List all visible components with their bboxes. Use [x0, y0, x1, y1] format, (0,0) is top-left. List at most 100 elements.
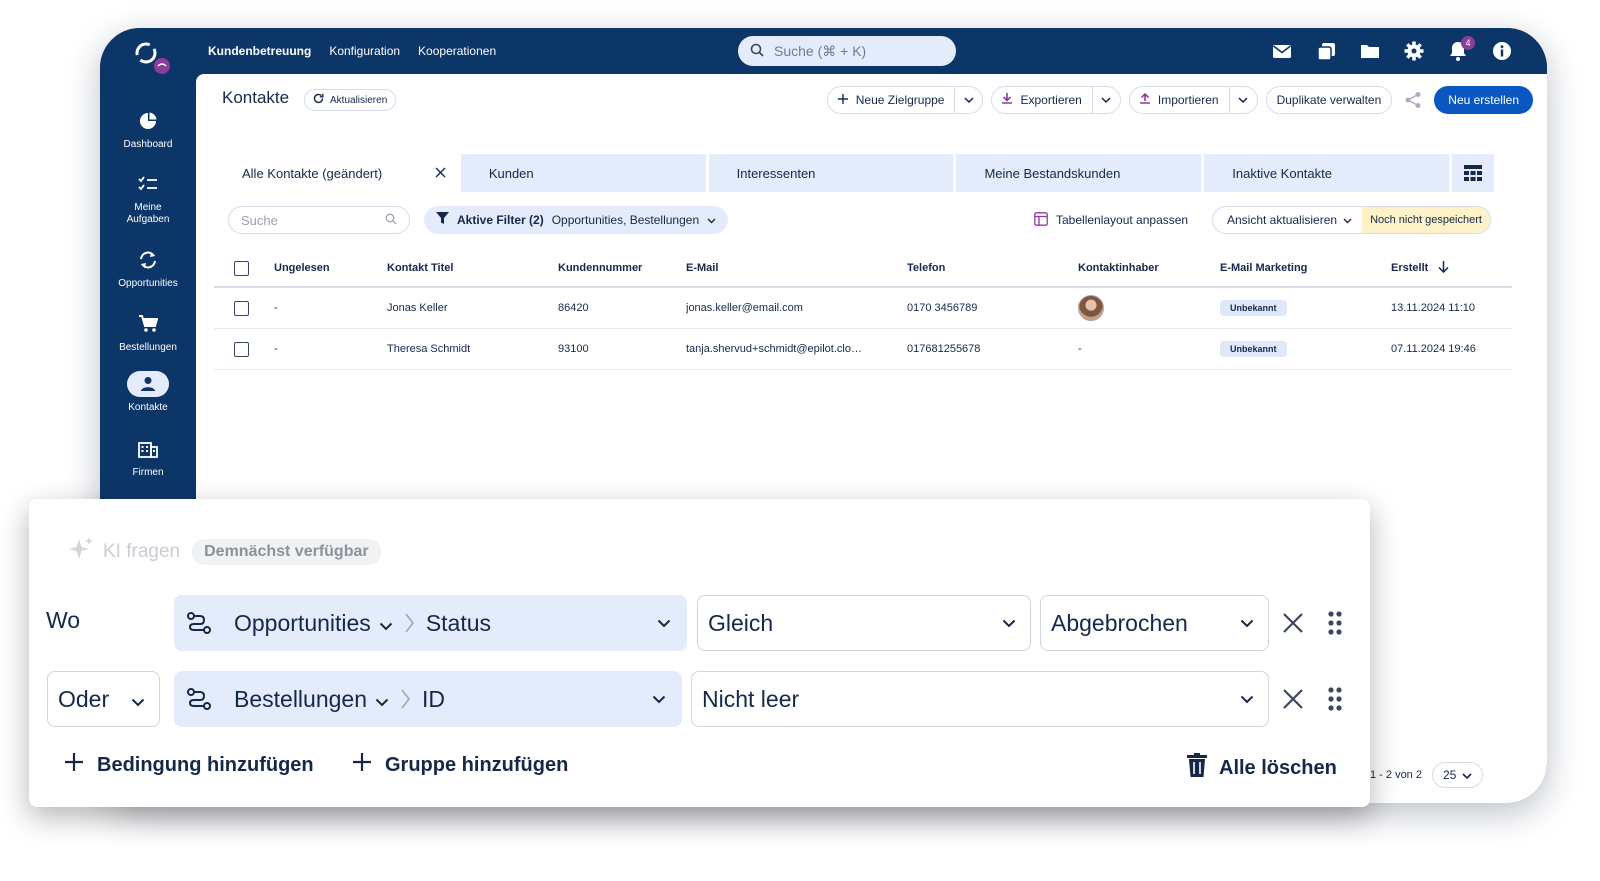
- relation-icon: [186, 687, 216, 711]
- add-condition-label: Bedingung hinzufügen: [97, 753, 314, 776]
- sidebar-item-dashboard[interactable]: Dashboard: [100, 108, 196, 151]
- close-icon[interactable]: [435, 166, 446, 181]
- value-select[interactable]: Abgebrochen: [1040, 595, 1269, 651]
- filter-bar: Suche Aktive Filter (2) Opportunities, B…: [228, 206, 1498, 236]
- sparkle-icon: [67, 535, 95, 568]
- tab-interessenten[interactable]: Interessenten: [708, 154, 954, 192]
- exportieren-group: Exportieren: [991, 86, 1121, 114]
- row-checkbox[interactable]: [234, 329, 249, 369]
- refresh-button[interactable]: Aktualisieren: [304, 89, 397, 111]
- col-kundennummer[interactable]: Kundennummer: [558, 250, 642, 286]
- global-search[interactable]: Suche (⌘ + K): [738, 36, 956, 66]
- row-checkbox[interactable]: [234, 288, 249, 328]
- condition-field-select[interactable]: Opportunities Status: [174, 595, 687, 651]
- status-badge: Unbekannt: [1220, 341, 1287, 357]
- plus-icon: [65, 753, 83, 777]
- unsaved-badge: Noch nicht gespeichert: [1362, 207, 1490, 233]
- duplikate-button[interactable]: Duplikate verwalten: [1265, 86, 1393, 114]
- col-kontaktinhaber[interactable]: Kontaktinhaber: [1078, 250, 1159, 286]
- attribute-label: ID: [422, 685, 445, 712]
- table-layout-icon[interactable]: [1452, 154, 1495, 192]
- upload-icon: [1139, 92, 1150, 107]
- sidebar-item-aufgaben[interactable]: Meine Aufgaben: [100, 171, 196, 226]
- sidebar-item-bestellungen[interactable]: Bestellungen: [100, 311, 196, 354]
- chevron-down-icon[interactable]: [1228, 87, 1257, 113]
- add-condition-button[interactable]: Bedingung hinzufügen: [65, 753, 314, 777]
- active-filter-chip[interactable]: Aktive Filter (2) Opportunities, Bestell…: [424, 206, 729, 234]
- drag-handle-icon[interactable]: [1323, 608, 1347, 638]
- nav-konfiguration[interactable]: Konfiguration: [329, 44, 400, 58]
- entity-select[interactable]: Bestellungen: [234, 686, 389, 713]
- nav-kundenbetreuung[interactable]: Kundenbetreuung: [208, 44, 311, 58]
- neue-zielgruppe-button[interactable]: Neue Zielgruppe: [828, 87, 955, 113]
- share-icon[interactable]: [1400, 87, 1426, 113]
- app-logo[interactable]: [130, 37, 174, 77]
- cell-inhaber: [1078, 288, 1104, 328]
- tab-inaktive-kontakte[interactable]: Inaktive Kontakte: [1204, 154, 1450, 192]
- condition-field-select[interactable]: Bestellungen ID: [174, 671, 682, 727]
- sidebar-label-opportunities: Opportunities: [118, 278, 178, 289]
- sidebar-item-kontakte[interactable]: Kontakte: [100, 371, 196, 414]
- col-erstellt[interactable]: Erstellt: [1391, 250, 1449, 286]
- avatar[interactable]: [1078, 295, 1104, 321]
- tab-bestandskunden[interactable]: Meine Bestandskunden: [956, 154, 1202, 192]
- exportieren-button[interactable]: Exportieren: [992, 87, 1091, 113]
- cell-titel[interactable]: Jonas Keller: [387, 288, 448, 328]
- sidebar-item-opportunities[interactable]: Opportunities: [100, 247, 196, 290]
- operator-select[interactable]: Gleich: [697, 595, 1031, 651]
- col-ungelesen[interactable]: Ungelesen: [274, 250, 330, 286]
- chevron-down-icon[interactable]: [1091, 87, 1120, 113]
- drag-handle-icon[interactable]: [1323, 684, 1347, 714]
- bell-icon[interactable]: 4: [1447, 36, 1475, 62]
- tab-alle-kontakte[interactable]: Alle Kontakte (geändert): [214, 154, 458, 192]
- ki-fragen: KI fragen Demnächst verfügbar: [67, 535, 381, 568]
- cell-telefon: 0170 3456789: [907, 302, 978, 314]
- sidebar-item-firmen[interactable]: Firmen: [100, 436, 196, 479]
- delete-all-button[interactable]: Alle löschen: [1187, 753, 1337, 783]
- copy-icon[interactable]: [1315, 40, 1337, 62]
- cell-titel[interactable]: Theresa Schmidt: [387, 329, 470, 369]
- chevron-down-icon[interactable]: [954, 87, 982, 113]
- neu-erstellen-button[interactable]: Neu erstellen: [1434, 86, 1533, 114]
- chevron-down-icon: [1240, 672, 1254, 726]
- cell-email[interactable]: jonas.keller@email.com: [686, 288, 803, 328]
- col-kontakt-titel[interactable]: Kontakt Titel: [387, 250, 453, 286]
- cell-nummer: 86420: [558, 302, 589, 314]
- col-email-marketing[interactable]: E-Mail Marketing: [1220, 250, 1307, 286]
- nav-kooperationen[interactable]: Kooperationen: [418, 44, 496, 58]
- col-email[interactable]: E-Mail: [686, 250, 718, 286]
- notification-badge: 4: [1461, 36, 1475, 50]
- delete-all-label: Alle löschen: [1219, 756, 1337, 779]
- importieren-button[interactable]: Importieren: [1130, 87, 1229, 113]
- close-icon[interactable]: [1278, 608, 1308, 638]
- gear-icon[interactable]: [1403, 40, 1425, 62]
- tabellenlayout-button[interactable]: Tabellenlayout anpassen: [1034, 206, 1188, 234]
- condition-prefix-oder-select[interactable]: Oder: [47, 671, 160, 727]
- info-icon[interactable]: [1491, 40, 1513, 62]
- select-all-checkbox[interactable]: [234, 250, 249, 286]
- person-icon: [127, 371, 169, 397]
- table-row[interactable]: - Theresa Schmidt 93100 tanja.shervud+sc…: [214, 329, 1512, 370]
- tab-kunden[interactable]: Kunden: [460, 154, 706, 192]
- folder-icon[interactable]: [1359, 40, 1381, 62]
- cell-email[interactable]: tanja.shervud+schmidt@epilot.clo…: [686, 329, 876, 369]
- chevron-right-icon: [401, 689, 410, 709]
- entity-select[interactable]: Opportunities: [234, 610, 393, 637]
- table-row[interactable]: - Jonas Keller 86420 jonas.keller@email.…: [214, 288, 1512, 329]
- col-telefon[interactable]: Telefon: [907, 250, 945, 286]
- building-icon: [127, 436, 169, 462]
- page-size-select[interactable]: 25: [1431, 762, 1484, 788]
- mail-icon[interactable]: [1271, 40, 1293, 62]
- ansicht-aktualisieren-button[interactable]: Ansicht aktualisieren: [1213, 207, 1362, 233]
- cell-marketing: Unbekannt: [1220, 288, 1287, 328]
- chevron-down-icon: [707, 213, 716, 227]
- table-search-input[interactable]: Suche: [228, 206, 410, 234]
- add-group-button[interactable]: Gruppe hinzufügen: [353, 753, 568, 777]
- refresh-label: Aktualisieren: [330, 94, 388, 106]
- col-erstellt-label: Erstellt: [1391, 262, 1429, 274]
- operator-select[interactable]: Nicht leer: [691, 671, 1269, 727]
- cell-ungelesen: -: [274, 302, 278, 314]
- close-icon[interactable]: [1278, 684, 1308, 714]
- table-edit-icon: [1034, 211, 1048, 229]
- chevron-down-icon: [1343, 213, 1352, 227]
